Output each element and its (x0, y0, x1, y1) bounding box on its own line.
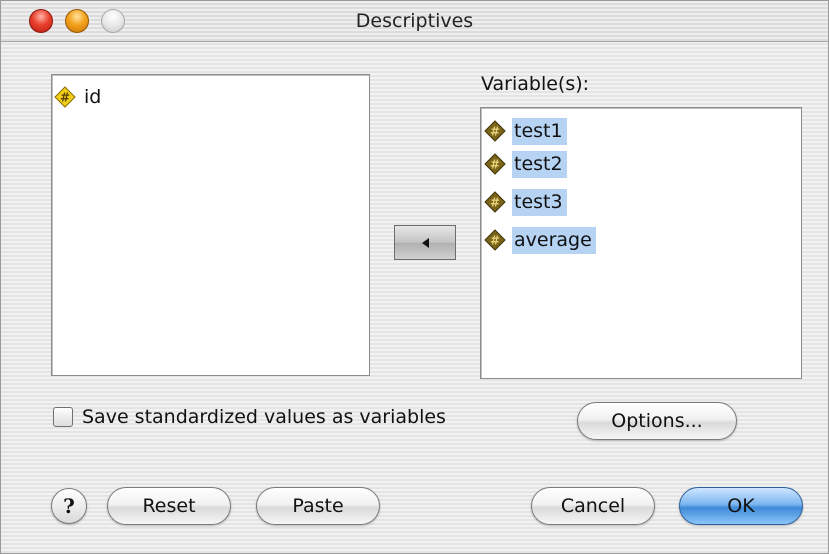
cancel-button[interactable]: Cancel (531, 487, 655, 525)
source-variable-list[interactable]: # id (51, 74, 370, 376)
window-title: Descriptives (355, 10, 474, 32)
svg-text:#: # (60, 91, 70, 105)
numeric-variable-icon: # (484, 229, 506, 251)
numeric-variable-icon: # (484, 191, 506, 213)
list-item[interactable]: # id (54, 82, 105, 112)
svg-text:#: # (490, 125, 500, 139)
save-standardized-checkbox[interactable] (53, 407, 73, 427)
help-button[interactable]: ? (51, 488, 87, 524)
paste-button[interactable]: Paste (256, 487, 380, 525)
list-item-label: id (84, 85, 102, 108)
numeric-variable-icon: # (484, 120, 506, 142)
move-variable-button[interactable] (394, 225, 456, 260)
target-variable-list[interactable]: # test1 # test2 # test3 # average (480, 107, 802, 379)
list-item-label: test3 (512, 188, 567, 216)
numeric-variable-icon: # (54, 86, 76, 108)
list-item-label: average (512, 226, 596, 254)
ok-button[interactable]: OK (679, 487, 803, 525)
svg-text:#: # (490, 234, 500, 248)
variables-list-label: Variable(s): (481, 73, 590, 95)
title-bar[interactable]: Descriptives (1, 1, 828, 42)
arrow-left-icon (422, 237, 429, 248)
options-button[interactable]: Options... (577, 402, 737, 440)
descriptives-dialog: Descriptives # id Variable(s): # test1 #… (0, 0, 829, 554)
list-item-label: test2 (512, 150, 567, 178)
list-item-label: test1 (512, 117, 567, 145)
numeric-variable-icon: # (484, 153, 506, 175)
list-item[interactable]: # average (484, 225, 596, 255)
list-item[interactable]: # test3 (484, 187, 567, 217)
save-standardized-option[interactable]: Save standardized values as variables (53, 406, 446, 428)
reset-button[interactable]: Reset (107, 487, 231, 525)
list-item[interactable]: # test1 (484, 116, 567, 146)
svg-text:#: # (490, 158, 500, 172)
list-item[interactable]: # test2 (484, 149, 567, 179)
svg-text:#: # (490, 196, 500, 210)
save-standardized-label: Save standardized values as variables (82, 406, 446, 428)
